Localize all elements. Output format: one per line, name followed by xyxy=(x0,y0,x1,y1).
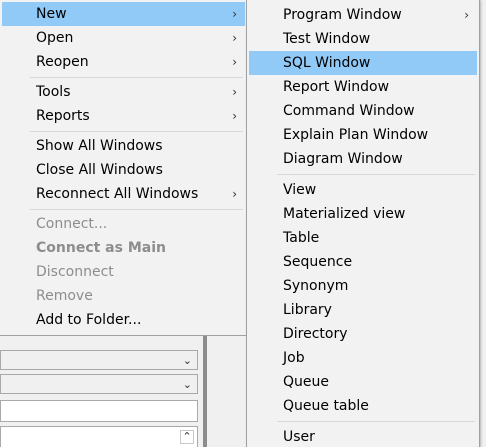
menu-item-reconnect-all-windows[interactable]: Reconnect All Windows › xyxy=(2,182,245,206)
new-submenu-item-sequence[interactable]: Sequence xyxy=(249,250,477,274)
menu-item-new[interactable]: New › xyxy=(2,2,245,26)
menu-separator xyxy=(30,77,243,78)
menu-item-label: Reconnect All Windows xyxy=(36,186,199,202)
new-submenu-item-test-window[interactable]: Test Window xyxy=(249,27,477,51)
combo-box[interactable]: ⌄ xyxy=(0,350,198,370)
new-submenu-item-job[interactable]: Job xyxy=(249,346,477,370)
menu-item-add-to-folder[interactable]: Add to Folder... xyxy=(2,308,245,332)
menu-item-label: Materialized view xyxy=(283,206,406,222)
menu-item-label: SQL Window xyxy=(283,55,371,71)
combo-box[interactable]: ⌄ xyxy=(0,374,198,394)
menu-item-label: Remove xyxy=(36,288,93,304)
new-submenu-item-synonym[interactable]: Synonym xyxy=(249,274,477,298)
chevron-right-icon: › xyxy=(232,85,237,99)
menu-item-label: Test Window xyxy=(283,31,371,47)
new-submenu-item-command-window[interactable]: Command Window xyxy=(249,99,477,123)
new-submenu-item-queue[interactable]: Queue xyxy=(249,370,477,394)
menu-item-label: Queue table xyxy=(283,398,369,414)
menu-item-label: Open xyxy=(36,30,74,46)
new-submenu-item-user[interactable]: User xyxy=(249,425,477,447)
menu-item-label: Synonym xyxy=(283,278,349,294)
menu-item-label: Directory xyxy=(283,326,348,342)
menu-item-label: Report Window xyxy=(283,79,390,95)
menu-item-label: Diagram Window xyxy=(283,151,403,167)
menu-item-reopen[interactable]: Reopen › xyxy=(2,50,245,74)
menu-item-open[interactable]: Open › xyxy=(2,26,245,50)
menu-item-label: Disconnect xyxy=(36,264,114,280)
menu-item-connect-as-main[interactable]: Connect as Main xyxy=(2,236,245,260)
menu-item-label: Sequence xyxy=(283,254,353,270)
new-submenu-item-sql-window[interactable]: SQL Window xyxy=(249,51,477,75)
context-menu: New › Open › Reopen › Tools › Reports › Show All W… xyxy=(0,0,248,336)
chevron-right-icon: › xyxy=(232,109,237,123)
menu-item-label: Program Window xyxy=(283,7,402,23)
chevron-down-icon[interactable]: ⌄ xyxy=(183,378,192,391)
list-box[interactable]: ⌃ xyxy=(0,426,198,447)
new-submenu-item-table[interactable]: Table xyxy=(249,226,477,250)
new-submenu-item-view[interactable]: View xyxy=(249,178,477,202)
menu-item-close-all-windows[interactable]: Close All Windows xyxy=(2,158,245,182)
menu-item-label: Explain Plan Window xyxy=(283,127,429,143)
new-submenu-item-directory[interactable]: Directory xyxy=(249,322,477,346)
menu-item-label: Job xyxy=(283,350,305,366)
menu-separator xyxy=(277,421,475,422)
chevron-down-icon[interactable]: ⌄ xyxy=(183,354,192,367)
menu-item-remove[interactable]: Remove xyxy=(2,284,245,308)
new-submenu-item-program-window[interactable]: Program Window › xyxy=(249,3,477,27)
menu-item-label: Reopen xyxy=(36,54,89,70)
menu-separator xyxy=(30,131,243,132)
menu-item-label: New xyxy=(36,6,67,22)
menu-item-label: Command Window xyxy=(283,103,415,119)
chevron-right-icon: › xyxy=(232,31,237,45)
new-submenu-item-library[interactable]: Library xyxy=(249,298,477,322)
chevron-right-icon: › xyxy=(232,7,237,21)
menu-item-tools[interactable]: Tools › xyxy=(2,80,245,104)
new-submenu-item-materialized-view[interactable]: Materialized view xyxy=(249,202,477,226)
menu-item-disconnect[interactable]: Disconnect xyxy=(2,260,245,284)
menu-item-label: View xyxy=(283,182,317,198)
new-submenu-item-report-window[interactable]: Report Window xyxy=(249,75,477,99)
menu-item-reports[interactable]: Reports › xyxy=(2,104,245,128)
menu-item-label: Close All Windows xyxy=(36,162,163,178)
text-field[interactable] xyxy=(0,400,198,422)
menu-item-label: Connect... xyxy=(36,216,108,232)
menu-item-show-all-windows[interactable]: Show All Windows xyxy=(2,134,245,158)
menu-item-label: Connect as Main xyxy=(36,240,166,256)
chevron-right-icon: › xyxy=(464,8,469,22)
menu-item-label: Show All Windows xyxy=(36,138,163,154)
menu-separator xyxy=(30,209,243,210)
menu-item-label: User xyxy=(283,429,315,445)
chevron-right-icon: › xyxy=(232,55,237,69)
menu-item-label: Reports xyxy=(36,108,90,124)
menu-item-label: Tools xyxy=(36,84,71,100)
menu-item-label: Table xyxy=(283,230,320,246)
menu-separator xyxy=(277,174,475,175)
background-strip xyxy=(207,335,246,447)
new-submenu: Program Window › Test Window SQL Window Repo… xyxy=(246,0,480,447)
menu-item-label: Library xyxy=(283,302,332,318)
menu-item-connect[interactable]: Connect... xyxy=(2,212,245,236)
screen: ⌄ ⌄ ⌃ New › Open › Reopen › Tools › Reports › Show… xyxy=(0,0,486,447)
chevron-right-icon: › xyxy=(232,187,237,201)
new-submenu-item-explain-plan-window[interactable]: Explain Plan Window xyxy=(249,123,477,147)
new-submenu-item-diagram-window[interactable]: Diagram Window xyxy=(249,147,477,171)
chevron-up-icon[interactable]: ⌃ xyxy=(180,430,194,444)
menu-item-label: Queue xyxy=(283,374,329,390)
new-submenu-item-queue-table[interactable]: Queue table xyxy=(249,394,477,418)
menu-item-label: Add to Folder... xyxy=(36,312,142,328)
